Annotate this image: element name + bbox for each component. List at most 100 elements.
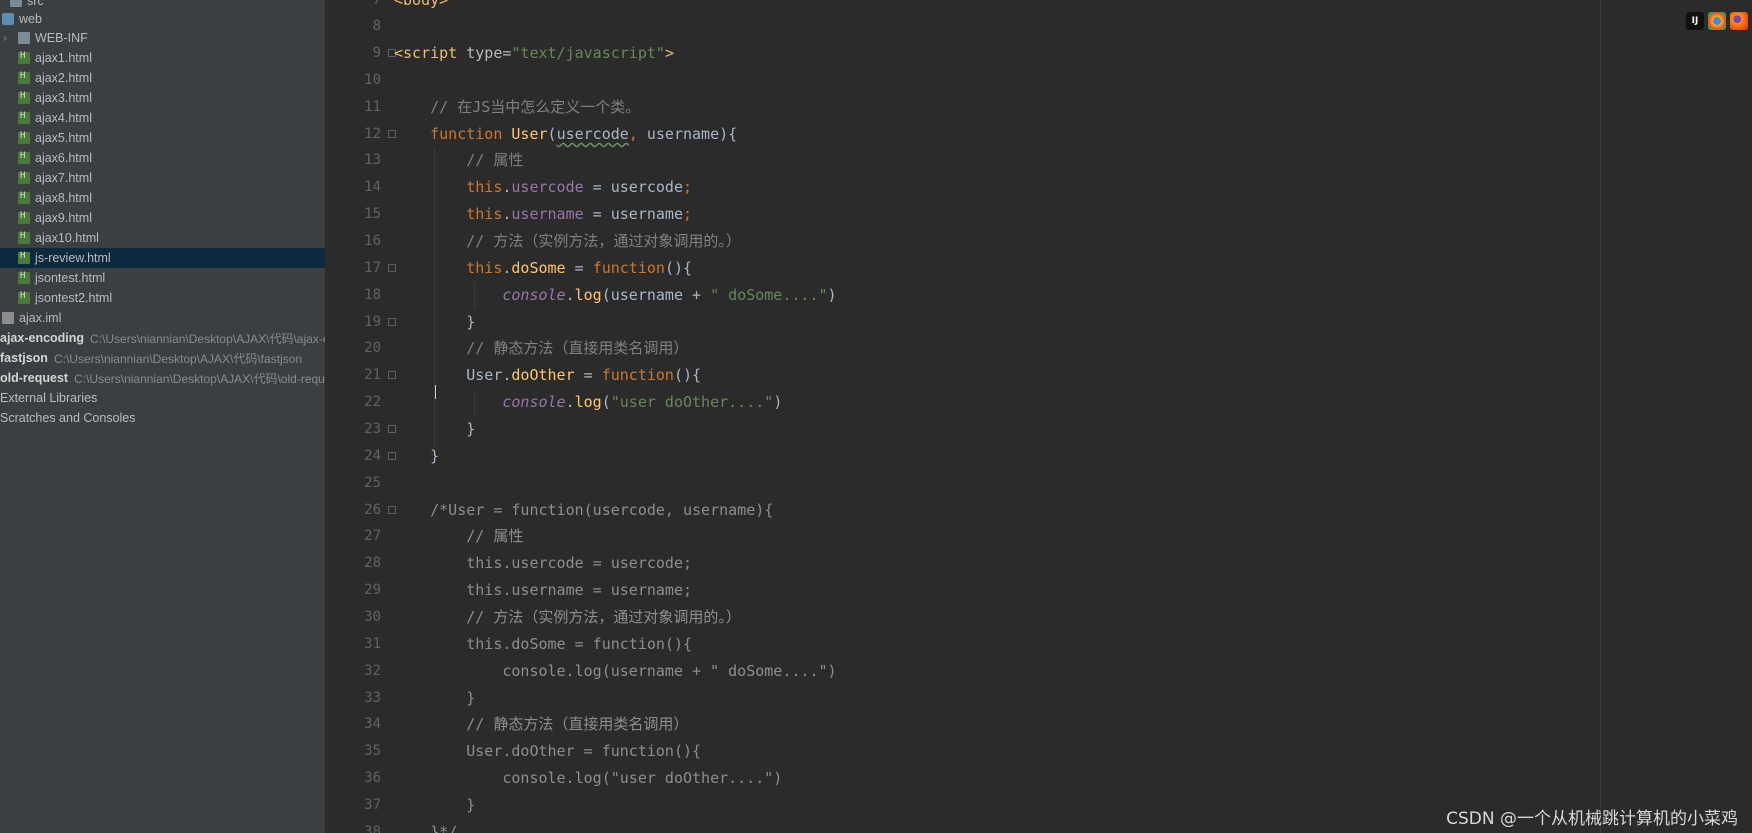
line-number: 16 [364,233,381,249]
code-line: this.doSome = function(){ [466,635,693,653]
code-editor[interactable]: 7 8 9 10 11 12 13 14 15 16 17 18 19 20 2… [326,0,1752,833]
tree-item-file[interactable]: ajax5.html [0,128,325,148]
tree-item-scratches[interactable]: Scratches and Consoles [0,408,325,428]
folder-icon [18,32,30,44]
code-line: // 属性 [466,527,524,545]
code-line: console.log(username + " doSome....") [502,286,837,304]
line-number: 10 [364,72,381,88]
line-number: 34 [364,716,381,732]
html-file-icon [18,91,30,104]
line-number: 12 [364,126,381,142]
tree-item-file[interactable]: ajax3.html [0,88,325,108]
tree-item-file[interactable]: ajax2.html [0,68,325,88]
code-line: }*/ [430,823,458,833]
code-line: function User(usercode, username){ [430,125,738,143]
code-line: <script type="text/javascript"> [394,44,674,62]
text-cursor [435,385,436,399]
tree-item-module[interactable]: old-request C:\Users\niannian\Desktop\AJ… [0,368,325,388]
code-line: // 静态方法（直接用类名调用） [466,715,689,733]
code-area[interactable]: <body> <script type="text/javascript"> /… [394,0,1744,833]
chrome-icon[interactable] [1708,12,1726,30]
tree-item-file[interactable]: ajax4.html [0,108,325,128]
html-file-icon [18,271,30,284]
folder-icon [10,0,22,7]
tree-item-file[interactable]: ajax9.html [0,208,325,228]
line-number: 26 [364,502,381,518]
line-number: 29 [364,582,381,598]
html-file-icon [18,51,30,64]
code-line: } [466,796,476,814]
module-file-icon [2,312,14,324]
html-file-icon [18,71,30,84]
line-number: 28 [364,555,381,571]
tree-item-file[interactable]: ajax1.html [0,48,325,68]
line-number-gutter: 7 8 9 10 11 12 13 14 15 16 17 18 19 20 2… [326,0,396,833]
line-number: 20 [364,340,381,356]
line-number: 8 [372,18,381,34]
line-number: 13 [364,152,381,168]
line-number: 31 [364,636,381,652]
tree-item-web-inf[interactable]: › WEB-INF [0,28,325,48]
line-number: 21 [364,367,381,383]
code-line: this.usercode = usercode; [466,178,693,196]
line-number: 9 [372,45,381,61]
code-line: } [394,420,476,438]
tree-item-web[interactable]: web [0,9,325,29]
line-number: 11 [364,99,381,115]
html-file-icon [18,291,30,304]
tree-item-file[interactable]: ajax7.html [0,168,325,188]
code-line: User.doOther = function(){ [466,366,702,384]
line-number: 15 [364,206,381,222]
tree-item-file[interactable]: ajax8.html [0,188,325,208]
line-number: 35 [364,743,381,759]
html-file-icon [18,171,30,184]
line-number: 19 [364,314,381,330]
line-number: 32 [364,663,381,679]
intellij-icon[interactable]: IJ [1686,12,1704,30]
project-tree-panel: src web › WEB-INF ajax1.html ajax2.html … [0,0,326,833]
firefox-icon[interactable] [1730,12,1748,30]
code-line: this.username = username; [466,581,693,599]
code-line: this.usercode = usercode; [466,554,693,572]
chevron-right-icon[interactable]: › [0,33,10,44]
code-line: } [394,447,440,465]
tree-item-module[interactable]: ajax-encoding C:\Users\niannian\Desktop\… [0,328,325,348]
code-line: this.doSome = function(){ [466,259,693,277]
code-line: /*User = function(usercode, username){ [430,501,774,519]
tree-item-file[interactable]: ajax10.html [0,228,325,248]
code-line: this.username = username; [466,205,693,223]
code-line: } [394,313,476,331]
line-number: 33 [364,690,381,706]
tree-item-file[interactable]: jsontest2.html [0,288,325,308]
code-line: console.log(username + " doSome....") [502,662,837,680]
browser-preview-icons: IJ [1686,12,1748,30]
web-folder-icon [2,13,14,25]
line-number: 30 [364,609,381,625]
html-file-icon [18,251,30,264]
tree-item-external-libraries[interactable]: External Libraries [0,388,325,408]
code-line: console.log("user doOther....") [502,769,783,787]
code-line: // 在JS当中怎么定义一个类。 [430,98,641,116]
tree-item-file-selected[interactable]: js-review.html [0,248,325,268]
tree-item-file[interactable]: ajax6.html [0,148,325,168]
code-line: // 静态方法（直接用类名调用） [466,339,689,357]
line-number: 36 [364,770,381,786]
line-number: 23 [364,421,381,437]
html-file-icon [18,211,30,224]
tree-item-file[interactable]: jsontest.html [0,268,325,288]
code-line: <body> [394,0,449,9]
line-number: 14 [364,179,381,195]
code-line: // 属性 [466,151,524,169]
tree-item-iml[interactable]: ajax.iml [0,308,325,328]
line-number: 7 [372,0,381,8]
code-line: // 方法（实例方法，通过对象调用的。） [466,608,741,626]
line-number: 22 [364,394,381,410]
line-number: 37 [364,797,381,813]
html-file-icon [18,191,30,204]
html-file-icon [18,131,30,144]
tree-item-module[interactable]: fastjson C:\Users\niannian\Desktop\AJAX\… [0,348,325,368]
html-file-icon [18,151,30,164]
code-line: User.doOther = function(){ [466,742,702,760]
line-number: 17 [364,260,381,276]
code-line: // 方法（实例方法，通过对象调用的。） [466,232,741,250]
